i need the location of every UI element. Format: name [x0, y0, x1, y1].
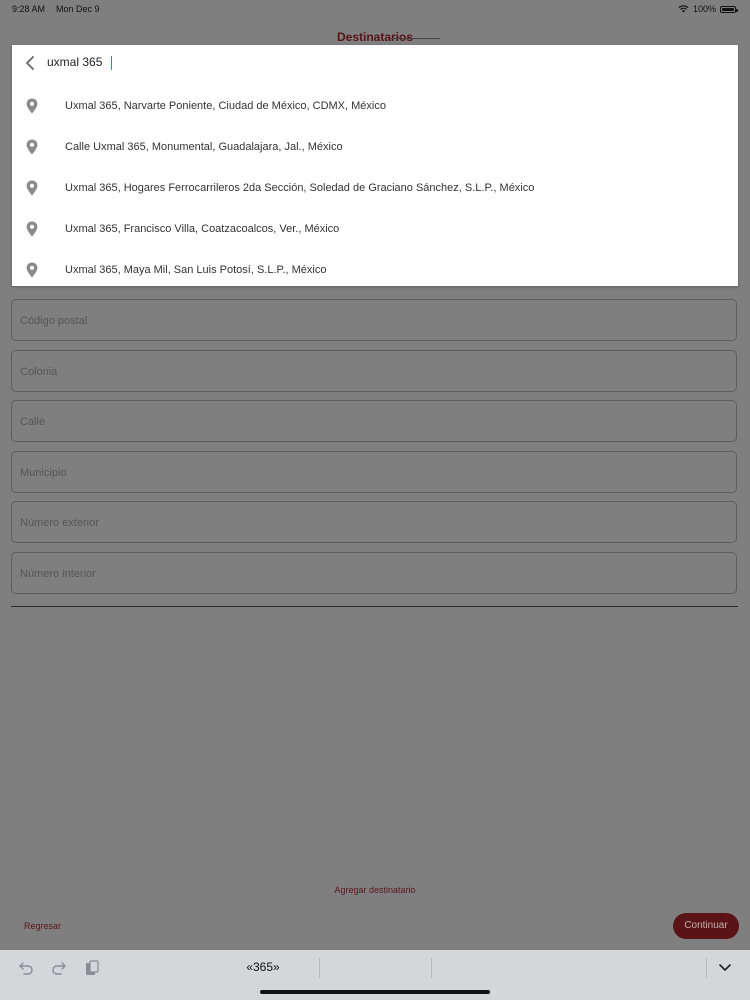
location-pin-icon: [26, 98, 38, 114]
street-field[interactable]: Calle: [11, 400, 737, 442]
form-divider: [11, 606, 738, 607]
location-pin-icon: [26, 262, 38, 278]
battery-icon: [720, 5, 738, 13]
suggestion-text: Calle Uxmal 365, Monumental, Guadalajara…: [65, 141, 343, 153]
keyboard-separator: [319, 958, 320, 978]
keyboard-dismiss-icon[interactable]: [717, 960, 733, 976]
location-pin-icon: [26, 221, 38, 237]
wifi-icon: [678, 5, 689, 13]
header-underline: [390, 38, 440, 39]
suggestion-text: Uxmal 365, Francisco Villa, Coatzacoalco…: [65, 223, 340, 235]
keyboard-separator: [431, 958, 432, 978]
page-title: Destinatarios: [336, 30, 414, 44]
interior-number-field[interactable]: Número interior: [11, 552, 737, 594]
suggestion-text: Uxmal 365, Narvarte Poniente, Ciudad de …: [65, 100, 386, 112]
suggestion-item[interactable]: Uxmal 365, Narvarte Poniente, Ciudad de …: [12, 85, 738, 126]
colonia-placeholder: Colonia: [20, 366, 58, 378]
suggestion-item[interactable]: Calle Uxmal 365, Monumental, Guadalajara…: [12, 126, 738, 167]
text-caret: [111, 56, 112, 70]
interior-number-placeholder: Número interior: [20, 568, 96, 580]
back-link[interactable]: Regresar: [24, 921, 61, 931]
status-right: 100%: [678, 4, 738, 14]
postal-code-placeholder: Código postal: [20, 315, 88, 327]
colonia-field[interactable]: Colonia: [11, 350, 737, 392]
suggestion-item[interactable]: Uxmal 365, Francisco Villa, Coatzacoalco…: [12, 208, 738, 249]
municipality-placeholder: Municipio: [20, 467, 67, 479]
address-search-input[interactable]: [47, 53, 647, 71]
location-pin-icon: [26, 180, 38, 196]
redo-icon[interactable]: [51, 960, 67, 976]
street-placeholder: Calle: [20, 416, 46, 428]
home-indicator: [260, 990, 490, 994]
address-autocomplete: Uxmal 365, Narvarte Poniente, Ciudad de …: [12, 45, 738, 286]
add-recipient-link[interactable]: Agregar destinatario: [0, 885, 750, 895]
paste-icon[interactable]: [84, 960, 100, 976]
suggestion-item[interactable]: Uxmal 365, Hogares Ferrocarrileros 2da S…: [12, 167, 738, 208]
suggestion-item[interactable]: Uxmal 365, Maya Mil, San Luis Potosí, S.…: [12, 249, 738, 290]
municipality-field[interactable]: Municipio: [11, 451, 737, 493]
suggestion-text: Uxmal 365, Hogares Ferrocarrileros 2da S…: [65, 182, 535, 194]
postal-code-field[interactable]: Código postal: [11, 299, 737, 341]
suggestion-text: Uxmal 365, Maya Mil, San Luis Potosí, S.…: [65, 264, 327, 276]
exterior-number-placeholder: Número exterior: [20, 517, 99, 529]
status-time: 9:28 AM: [12, 4, 46, 14]
continue-button[interactable]: Continuar: [673, 913, 739, 939]
status-bar: 9:28 AM Mon Dec 9 100%: [0, 0, 750, 18]
search-row: [12, 45, 738, 80]
exterior-number-field[interactable]: Número exterior: [11, 501, 737, 543]
location-pin-icon: [26, 139, 38, 155]
battery-percent: 100%: [692, 4, 716, 14]
chevron-back-icon[interactable]: [22, 55, 38, 71]
status-date: Mon Dec 9: [56, 4, 100, 14]
keyboard-suggestion[interactable]: «365»: [210, 960, 316, 974]
undo-icon[interactable]: [18, 960, 34, 976]
keyboard-separator: [706, 958, 707, 978]
